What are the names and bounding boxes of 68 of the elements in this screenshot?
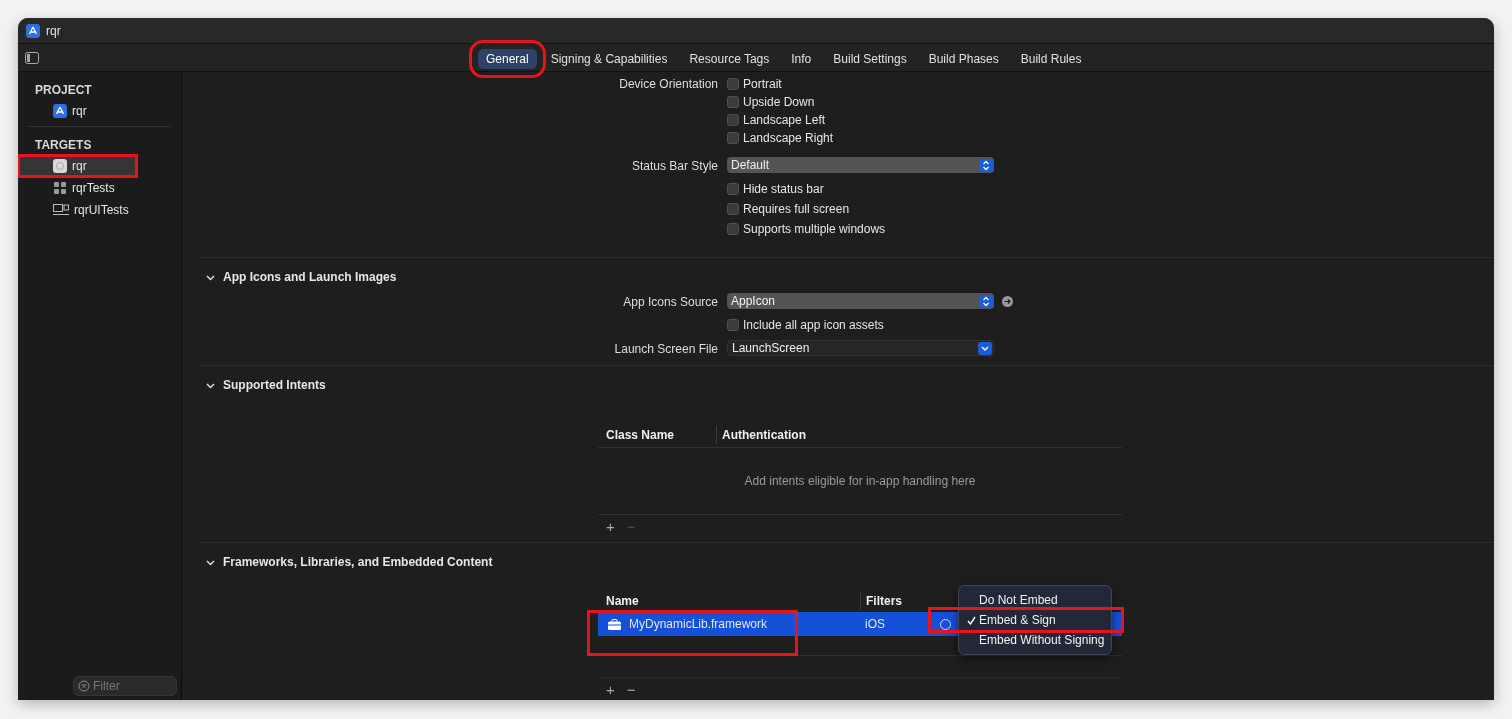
popup-button[interactable]: Default [727, 157, 994, 173]
filter-icon [78, 680, 90, 692]
chevron-down-icon [978, 341, 992, 355]
sidebar-item[interactable]: rqr [18, 155, 137, 177]
section-header[interactable]: Supported Intents [182, 366, 1494, 404]
add-button[interactable]: + [604, 682, 617, 698]
checkbox[interactable] [727, 319, 739, 331]
column-header: Filters [860, 592, 902, 610]
field-label: Launch Screen File [614, 342, 718, 356]
stepper-icon [979, 294, 993, 308]
table-cell-text: MyDynamicLib.framework [629, 616, 768, 633]
checkbox[interactable] [727, 114, 739, 126]
sidebar-item[interactable]: rqrTests [18, 177, 181, 199]
chevron-down-icon [206, 380, 215, 390]
checkbox[interactable] [727, 203, 739, 215]
checkbox-label: Landscape Right [743, 130, 834, 147]
tab[interactable]: Build Rules [1012, 49, 1090, 69]
checkbox-label: Portrait [743, 76, 782, 93]
column-header: Class Name [605, 426, 676, 444]
combo-box[interactable]: LaunchScreen [727, 340, 994, 356]
app-icon [53, 159, 67, 173]
field-label: App Icons Source [623, 295, 718, 309]
checkbox[interactable] [727, 78, 739, 90]
chevron-down-icon [206, 557, 215, 567]
section-header[interactable]: App Icons and Launch Images [182, 258, 1494, 296]
column-header: Authentication [716, 425, 806, 444]
embed-icon [940, 618, 951, 630]
section-heading: PROJECT [34, 82, 93, 99]
empty-message: Add intents eligible for in-app handling here [744, 473, 976, 490]
briefcase-icon [608, 618, 621, 630]
window-title: rqr [46, 22, 61, 40]
checkmark-icon [967, 615, 976, 625]
sidebar-item[interactable]: rqr [18, 100, 181, 122]
tests-icon [53, 181, 67, 195]
checkbox[interactable] [727, 183, 739, 195]
arrow-circle-icon[interactable] [1002, 295, 1013, 307]
table-cell-text: iOS [864, 616, 885, 633]
menu-item[interactable]: Do Not Embed [959, 590, 1111, 610]
stepper-icon [979, 158, 993, 172]
field-label: Status Bar Style [631, 159, 718, 173]
remove-button[interactable]: − [624, 682, 638, 698]
checkbox-label: Supports multiple windows [743, 221, 886, 238]
section-heading: TARGETS [34, 137, 93, 154]
checkbox-label: Landscape Left [743, 112, 826, 129]
section-header[interactable]: Frameworks, Libraries, and Embedded Content [182, 543, 1494, 581]
tab[interactable]: Info [783, 49, 820, 69]
chevron-down-icon [206, 272, 215, 282]
column-header: Name [605, 593, 640, 610]
checkbox-label: Include all app icon assets [743, 317, 884, 334]
app-icon [53, 104, 67, 118]
menu-item[interactable]: Embed & Sign [931, 610, 1121, 630]
add-button[interactable]: + [604, 519, 617, 535]
tab[interactable]: Build Settings [825, 49, 915, 69]
popup-button[interactable]: AppIcon [727, 293, 994, 309]
field-label: Device Orientation [619, 77, 718, 91]
checkbox-label: Requires full screen [743, 201, 850, 218]
checkbox-label: Upside Down [743, 94, 815, 111]
checkbox[interactable] [727, 223, 739, 235]
sidebar-item[interactable]: rqrUITests [18, 199, 181, 221]
tab[interactable]: Build Phases [920, 49, 1007, 69]
checkbox[interactable] [727, 96, 739, 108]
checkbox-label: Hide status bar [743, 181, 824, 198]
tab[interactable]: Signing & Capabilities [542, 49, 676, 69]
tab[interactable]: Resource Tags [681, 49, 778, 69]
app-icon [26, 23, 40, 38]
ui-tests-icon [53, 204, 69, 216]
checkbox[interactable] [727, 132, 739, 144]
sidebar-toggle-icon[interactable] [25, 51, 39, 64]
